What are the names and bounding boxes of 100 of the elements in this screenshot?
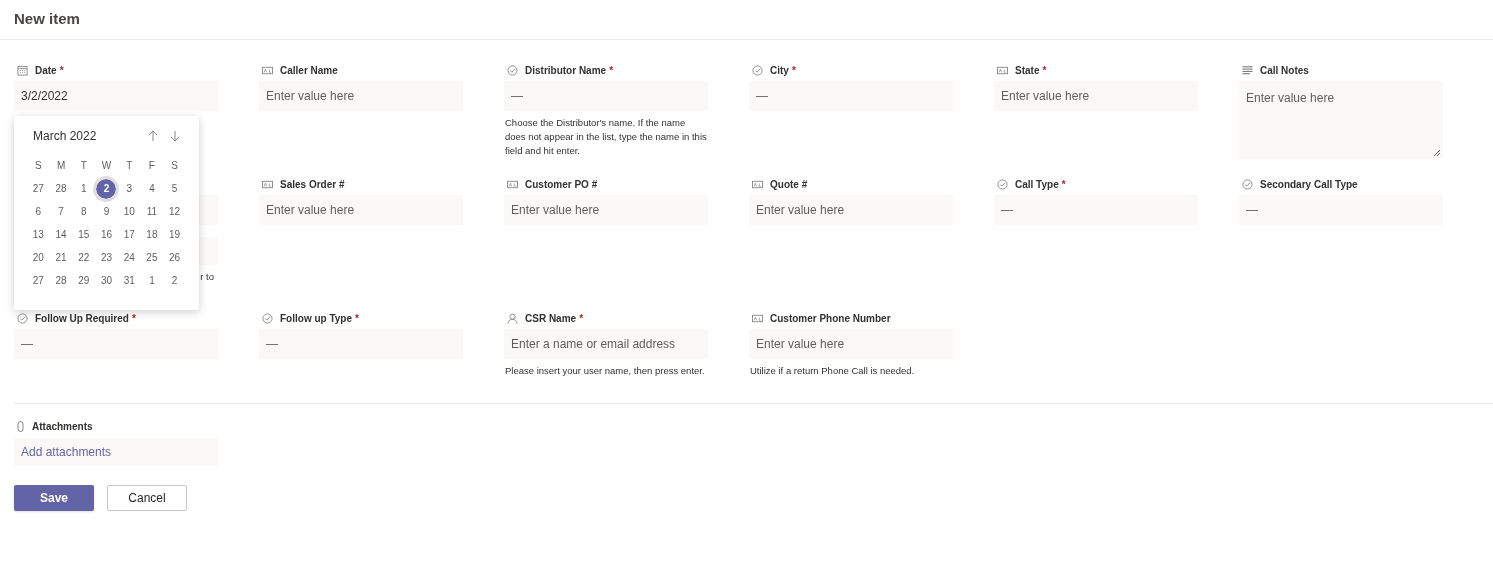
calendar-day[interactable]: 16 [96, 224, 117, 245]
weekday-label: T [79, 159, 88, 173]
input-field[interactable]: Enter value here [994, 81, 1198, 111]
field-label: Call Notes [1260, 63, 1309, 78]
text-area[interactable]: Enter value here [1239, 81, 1443, 159]
check-circle-icon [507, 64, 518, 76]
text-field-icon [752, 178, 763, 190]
field-label: Customer PO # [525, 177, 598, 192]
weekday-label: F [147, 159, 156, 173]
calendar-day[interactable]: 3 [119, 178, 140, 199]
calendar-day[interactable]: 30 [96, 270, 117, 291]
input-field[interactable]: Enter value here [259, 195, 463, 225]
field-label: Attachments [32, 419, 93, 434]
helper-text: Please insert your user name, then press enter. [504, 364, 706, 378]
calendar-day[interactable]: 13 [28, 224, 49, 245]
calendar-day[interactable]: 21 [51, 247, 72, 268]
calendar-day[interactable]: 5 [164, 178, 185, 199]
calendar-day[interactable]: 29 [73, 270, 94, 291]
calendar-day[interactable]: 1 [73, 178, 94, 199]
calendar-day[interactable]: 23 [96, 247, 117, 268]
text-field-icon [262, 178, 273, 190]
field-label: Follow up Type * [280, 311, 359, 326]
input-field[interactable]: Enter value here [749, 329, 953, 359]
person-icon [507, 312, 518, 324]
weekday-label: S [34, 159, 43, 173]
input-field[interactable]: Enter value here [504, 195, 708, 225]
text-field-icon [752, 312, 763, 324]
text-field-icon [262, 64, 273, 76]
dropdown-field[interactable]: — [259, 329, 463, 359]
calendar-day[interactable]: 15 [73, 224, 94, 245]
calendar-day[interactable]: 12 [164, 201, 185, 222]
calendar-day[interactable]: 20 [28, 247, 49, 268]
paperclip-icon [17, 420, 24, 432]
calendar-day[interactable]: 17 [119, 224, 140, 245]
calendar-day[interactable]: 6 [28, 201, 49, 222]
calendar-day[interactable]: 27 [28, 178, 49, 199]
weekday-label: T [125, 159, 134, 173]
calendar-day[interactable]: 31 [119, 270, 140, 291]
calendar-day[interactable]: 28 [51, 178, 72, 199]
input-field[interactable]: 3/2/2022 [14, 81, 218, 111]
text-field-icon [997, 64, 1008, 76]
arrow-up-icon[interactable] [146, 129, 160, 143]
calendar-day[interactable]: 2 [164, 270, 185, 291]
calendar-day[interactable]: 27 [28, 270, 49, 291]
helper-text: r to [200, 270, 214, 284]
helper-text: Utilize if a return Phone Call is needed. [749, 364, 916, 378]
field-label: Secondary Call Type [1260, 177, 1358, 192]
weekday-label: M [55, 159, 67, 173]
arrow-down-icon[interactable] [168, 129, 182, 143]
check-circle-icon [752, 64, 763, 76]
calendar-day[interactable]: 10 [119, 201, 140, 222]
month-title: March 2022 [33, 128, 97, 145]
field-label: Call Type * [1015, 177, 1066, 192]
dropdown-field[interactable]: — [504, 81, 708, 111]
calendar-day[interactable]: 8 [73, 201, 94, 222]
field-label: Follow Up Required * [35, 311, 136, 326]
dropdown-field[interactable]: — [994, 195, 1198, 225]
calendar-day[interactable]: 18 [141, 224, 162, 245]
cancel-button[interactable]: Cancel [107, 485, 187, 511]
field-label: City * [770, 63, 796, 78]
calendar-icon [17, 64, 28, 76]
input-field[interactable]: Enter value here [749, 195, 953, 225]
field-label: Quote # [770, 177, 808, 192]
field-label: Sales Order # [280, 177, 345, 192]
calendar-day[interactable]: 25 [141, 247, 162, 268]
field-label: Date * [35, 63, 64, 78]
field-label: Customer Phone Number [770, 311, 891, 326]
input-field[interactable]: Enter a name or email address [504, 329, 708, 359]
calendar-day[interactable]: 22 [73, 247, 94, 268]
dropdown-field[interactable]: — [1239, 195, 1443, 225]
calendar-day[interactable]: 26 [164, 247, 185, 268]
dropdown-field[interactable]: — [749, 81, 953, 111]
calendar-day[interactable]: 7 [51, 201, 72, 222]
field-label: State * [1015, 63, 1047, 78]
weekday-label: W [100, 159, 113, 173]
calendar-day[interactable]: 4 [141, 178, 162, 199]
save-button[interactable]: Save [14, 485, 94, 511]
calendar-day[interactable]: 24 [119, 247, 140, 268]
field-label: Caller Name [280, 63, 338, 78]
form-title: New item [14, 9, 80, 30]
calendar-day[interactable]: 14 [51, 224, 72, 245]
calendar-day[interactable]: 28 [51, 270, 72, 291]
dropdown-field[interactable]: — [14, 329, 218, 359]
check-circle-icon [997, 178, 1008, 190]
calendar-day[interactable]: 1 [141, 270, 162, 291]
resize-grip-icon[interactable] [1433, 149, 1441, 157]
check-circle-icon [262, 312, 273, 324]
check-circle-icon [1242, 178, 1253, 190]
text-field-icon [507, 178, 518, 190]
field-label: Distributor Name * [525, 63, 614, 78]
weekday-label: S [170, 159, 179, 173]
lines-icon [1242, 64, 1253, 76]
calendar-day[interactable]: 11 [141, 201, 162, 222]
calendar-day[interactable]: 9 [96, 201, 117, 222]
check-circle-icon [17, 312, 28, 324]
calendar-day[interactable]: 19 [164, 224, 185, 245]
input-field[interactable]: Enter value here [259, 81, 463, 111]
helper-text: Choose the Distributor's name. If the name does not appear in the list, type the name in this field and hit enter. [504, 116, 708, 158]
calendar-day[interactable]: 2 [96, 178, 117, 199]
field-label: CSR Name * [525, 311, 584, 326]
